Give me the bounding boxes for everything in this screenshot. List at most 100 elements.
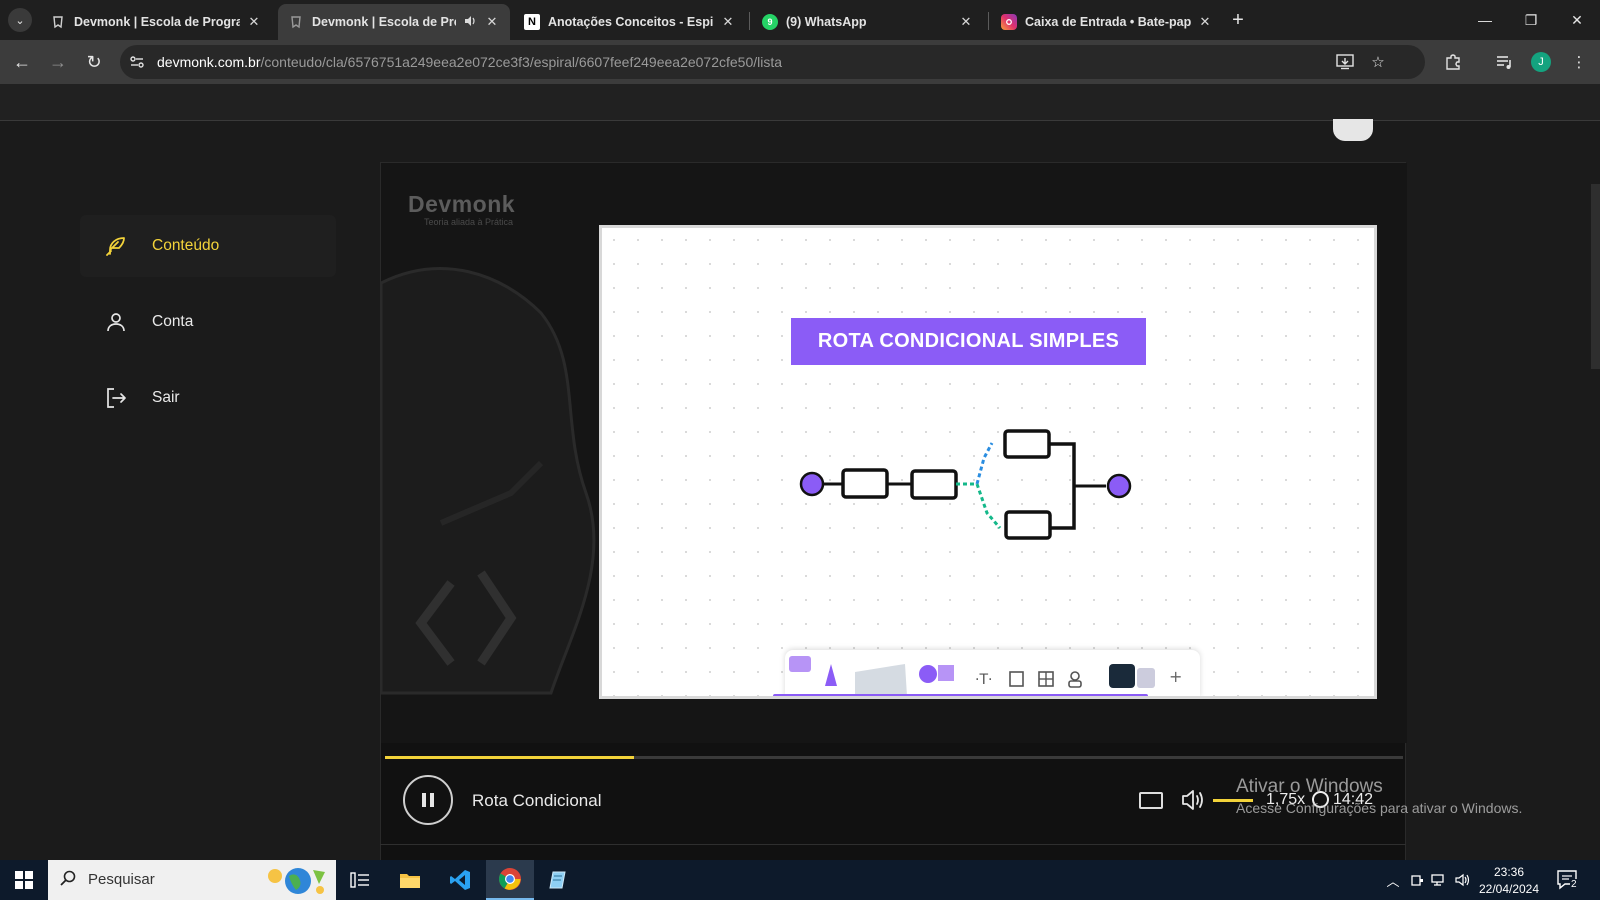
sticky-note-icon <box>855 664 907 696</box>
windows-activation-watermark: Ativar o Windows Acesse Configurações pa… <box>1236 776 1522 816</box>
bookmark-star-icon[interactable]: ☆ <box>1366 50 1390 74</box>
task-view-button[interactable] <box>336 860 384 900</box>
network-icon[interactable] <box>1430 871 1448 889</box>
site-settings-icon[interactable] <box>128 53 146 71</box>
notification-center-button[interactable]: 2 <box>1556 869 1580 891</box>
select-tool-icon <box>789 656 811 672</box>
user-tool-icon <box>1070 671 1080 681</box>
close-window-button[interactable]: ✕ <box>1554 4 1600 36</box>
browser-tab-2[interactable]: Devmonk | Escola de Programação ✕ <box>278 4 510 40</box>
logout-icon <box>107 388 126 408</box>
restore-button[interactable]: ❐ <box>1508 4 1554 36</box>
close-tab-icon[interactable]: ✕ <box>246 14 262 30</box>
reload-button[interactable]: ↻ <box>80 48 108 76</box>
notion-icon: N <box>524 14 540 30</box>
earth-day-icon <box>268 868 325 894</box>
taskbar-app-notepad[interactable] <box>534 860 582 900</box>
add-tool-icon: + <box>1169 667 1182 686</box>
clock-time[interactable]: 23:36 <box>1480 865 1538 879</box>
new-tab-button[interactable]: + <box>1222 4 1254 36</box>
browser-tab-strip: ⌄ Devmonk | Escola de Programação ✕ Devm… <box>0 0 1600 40</box>
speaker-icon[interactable] <box>462 14 478 31</box>
close-tab-icon[interactable]: ✕ <box>484 14 500 30</box>
volume-icon[interactable] <box>1180 787 1206 813</box>
speaker-icon[interactable] <box>1454 871 1472 889</box>
notification-count: 2 <box>1570 879 1578 890</box>
taskbar-search[interactable]: Pesquisar <box>48 860 336 900</box>
instagram-icon <box>1001 14 1017 30</box>
browser-tab-4[interactable]: 9 (9) WhatsApp ✕ <box>752 4 984 40</box>
profile-avatar[interactable]: J <box>1531 52 1551 72</box>
minimize-icon: — <box>1478 12 1492 28</box>
taskbar-app-vscode[interactable] <box>436 860 484 900</box>
sidebar-item-conta[interactable]: Conta <box>80 291 336 353</box>
reload-icon: ↻ <box>86 51 102 72</box>
taskbar-app-file-explorer[interactable] <box>386 860 434 900</box>
video-frame[interactable]: Devmonk Teoria aliada à Prática ROTA CON… <box>381 163 1407 743</box>
tab-separator <box>749 12 750 30</box>
watermark-title: Ativar o Windows <box>1236 776 1383 797</box>
install-app-icon[interactable] <box>1333 50 1357 74</box>
browser-tab-3[interactable]: N Anotações Conceitos - Espiral 1 ✕ <box>514 4 746 40</box>
tab-title: Caixa de Entrada • Bate-papos <box>1025 15 1191 29</box>
text-tool-icon: ·T· <box>975 672 992 688</box>
meet-now-icon[interactable] <box>1408 871 1426 889</box>
browser-toolbar: ← → ↻ devmonk.com.br/conteudo/cla/657675… <box>0 40 1600 84</box>
browser-tab-5[interactable]: Caixa de Entrada • Bate-papos ✕ <box>991 4 1223 40</box>
windows-logo-icon <box>15 871 33 889</box>
close-tab-icon[interactable]: ✕ <box>1197 14 1213 30</box>
whiteboard-toolbar: ·T· + <box>773 650 1200 696</box>
start-button[interactable] <box>0 860 48 900</box>
windows-taskbar: Pesquisar ︿ 23:36 22/04/2024 2 <box>0 860 1600 900</box>
video-progress-bar[interactable] <box>385 756 1403 759</box>
url-text[interactable]: devmonk.com.br/conteudo/cla/6576751a249e… <box>157 54 782 70</box>
divider <box>380 844 1406 845</box>
tab-title: (9) WhatsApp <box>786 15 867 29</box>
watermark-subtitle: Acesse Configurações para ativar o Windo… <box>1236 800 1523 816</box>
toolbar-accent-bar <box>773 694 1148 696</box>
minimize-button[interactable]: — <box>1462 4 1508 36</box>
sidebar-item-conteudo[interactable]: Conteúdo <box>80 215 336 277</box>
shapes-icon <box>919 665 937 683</box>
whiteboard: ROTA CONDICIONAL SIMPLES ·T· + <box>599 225 1377 699</box>
show-hidden-icons[interactable]: ︿ <box>1384 871 1402 889</box>
sidebar-item-sair[interactable]: Sair <box>80 367 336 429</box>
media-controls-icon[interactable] <box>1493 50 1517 74</box>
sidebar-item-label: Conta <box>152 313 194 330</box>
sidebar-item-label: Conteúdo <box>152 237 220 254</box>
theater-mode-icon[interactable] <box>1139 792 1163 809</box>
extensions-icon[interactable] <box>1441 50 1465 74</box>
whatsapp-icon: 9 <box>762 14 778 30</box>
clock-date[interactable]: 22/04/2024 <box>1476 882 1542 896</box>
video-player: Devmonk Teoria aliada à Prática ROTA CON… <box>380 162 1407 860</box>
brand-logo: Devmonk <box>408 191 516 217</box>
folder-icon <box>400 874 420 888</box>
arrow-right-icon: → <box>49 51 67 72</box>
tab-search-button[interactable]: ⌄ <box>8 8 32 32</box>
forward-button[interactable]: → <box>44 48 72 76</box>
more-menu-icon[interactable]: ⋮ <box>1567 50 1591 74</box>
arrow-left-icon: ← <box>13 51 31 72</box>
address-bar[interactable]: devmonk.com.br/conteudo/cla/6576751a249e… <box>120 45 1425 79</box>
pause-button[interactable] <box>403 775 453 825</box>
brand-tagline: Teoria aliada à Prática <box>424 217 514 227</box>
close-tab-icon[interactable]: ✕ <box>958 14 974 30</box>
user-icon <box>107 313 125 332</box>
page-header <box>0 84 1600 121</box>
code-widget-icon <box>1109 664 1135 688</box>
plus-icon: + <box>1232 8 1244 31</box>
close-tab-icon[interactable]: ✕ <box>720 14 736 30</box>
restore-icon: ❐ <box>1524 11 1538 28</box>
back-button[interactable]: ← <box>8 48 36 76</box>
templates-icon <box>1137 668 1155 688</box>
devmonk-icon <box>50 14 66 30</box>
tab-title: Anotações Conceitos - Espiral 1 <box>548 15 714 29</box>
close-icon: ✕ <box>1571 11 1583 28</box>
header-decoration <box>1333 119 1373 141</box>
page-scrollbar[interactable] <box>1591 184 1600 369</box>
browser-tab-1[interactable]: Devmonk | Escola de Programação ✕ <box>40 4 272 40</box>
tab-title: Devmonk | Escola de Programação <box>312 15 456 29</box>
task-view-icon <box>350 872 369 888</box>
taskbar-app-chrome[interactable] <box>486 860 534 900</box>
video-progress-fill <box>385 756 635 759</box>
